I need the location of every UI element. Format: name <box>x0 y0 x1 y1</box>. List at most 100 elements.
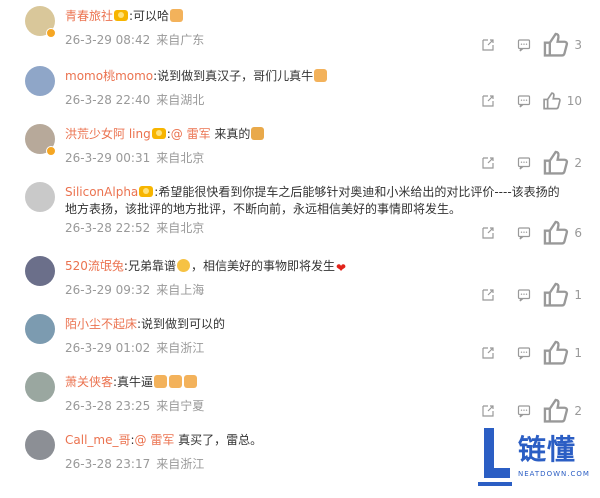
comment-content: 洪荒少女阿 ling:@ 雷军 来真的 <box>65 126 570 143</box>
comment-actions: 3 <box>470 31 582 58</box>
comment-item: 萧关侠客:真牛逼 26-3-28 23:25 来自宁夏 2 <box>0 366 600 425</box>
comment-actions: 2 <box>470 397 582 424</box>
mention-link[interactable]: @ 雷军 <box>171 127 211 141</box>
reply-icon[interactable] <box>506 403 542 419</box>
comment-text: 真买了，雷总。 <box>174 433 263 447</box>
timestamp: 26-3-29 01:02 <box>65 341 151 355</box>
comment-actions: 6 <box>470 219 582 246</box>
comment-item: 520流氓兔:兄弟靠谱 ，相信美好的事物即将发生❤ 26-3-29 09:32 来自上… <box>0 250 600 309</box>
username-link[interactable]: 萧关侠客 <box>65 375 113 389</box>
watermark-l-icon <box>478 428 512 486</box>
like-count: 1 <box>574 287 582 302</box>
reply-icon[interactable] <box>506 345 542 361</box>
comment-item: 青春旅社 :可以哈 26-3-29 08:42 来自广东 3 <box>0 0 600 59</box>
comment-text: :说到做到真汉子，哥们儿真牛 <box>153 69 314 83</box>
like-button[interactable]: 6 <box>542 219 582 246</box>
like-button[interactable]: 3 <box>542 31 582 58</box>
comment-meta: 26-3-28 23:17 来自浙江 <box>65 455 204 472</box>
location-label: 来自浙江 <box>156 341 205 355</box>
like-button[interactable]: 10 <box>542 91 582 111</box>
verified-badge-icon <box>46 28 56 38</box>
dog-emoji-icon <box>251 127 265 140</box>
reply-icon[interactable] <box>506 225 542 241</box>
watermark-text: 链懂 <box>518 433 577 466</box>
fan-badge-icon <box>151 128 166 139</box>
like-count: 10 <box>566 93 582 108</box>
like-button[interactable]: 2 <box>542 149 582 176</box>
avatar[interactable] <box>25 182 55 212</box>
timestamp: 26-3-29 09:32 <box>65 283 151 297</box>
like-count: 6 <box>574 225 582 240</box>
comment-content: 520流氓兔:兄弟靠谱 ，相信美好的事物即将发生❤ <box>65 258 570 277</box>
comment-text: :真牛逼 <box>113 375 154 389</box>
comment-content: SiliconAlpha:希望能很快看到你提车之后能够针对奥迪和小米给出的对比评… <box>65 184 570 218</box>
like-count: 3 <box>574 37 582 52</box>
avatar[interactable] <box>25 430 55 460</box>
reply-icon[interactable] <box>506 155 542 171</box>
like-count: 2 <box>574 403 582 418</box>
verified-badge-icon <box>46 146 56 156</box>
comment-content: 青春旅社 :可以哈 <box>65 8 570 25</box>
avatar[interactable] <box>25 314 55 344</box>
username-link[interactable]: momo桃momo <box>65 69 153 83</box>
timestamp: 26-3-28 23:25 <box>65 399 151 413</box>
comment-actions: 2 <box>470 149 582 176</box>
username-link[interactable]: SiliconAlpha <box>65 185 138 199</box>
timestamp: 26-3-29 08:42 <box>65 33 151 47</box>
comment-meta: 26-3-28 22:40 来自湖北 <box>65 91 204 108</box>
comment-actions: 10 <box>470 91 582 111</box>
comment-text: :可以哈 <box>129 9 170 23</box>
username-link[interactable]: 陌小尘不起床 <box>65 317 137 331</box>
reply-icon[interactable] <box>506 93 542 109</box>
username-link[interactable]: 520流氓兔 <box>65 259 124 273</box>
timestamp: 26-3-28 22:40 <box>65 93 151 107</box>
share-icon[interactable] <box>470 37 506 53</box>
comment-text: ，相信美好的事物即将发生 <box>190 259 335 273</box>
reply-icon[interactable] <box>506 287 542 303</box>
like-button[interactable]: 1 <box>542 339 582 366</box>
comment-meta: 26-3-28 22:52 来自北京 <box>65 219 204 236</box>
timestamp: 26-3-28 22:52 <box>65 221 151 235</box>
watermark-subtext: NEATDOWN.COM <box>518 470 590 478</box>
avatar[interactable] <box>25 256 55 286</box>
thumb-emoji-icon <box>184 375 198 388</box>
thumb-emoji-icon <box>154 375 168 388</box>
username-link[interactable]: 洪荒少女阿 ling <box>65 127 151 141</box>
share-icon[interactable] <box>470 403 506 419</box>
like-button[interactable]: 2 <box>542 397 582 424</box>
share-icon[interactable] <box>470 345 506 361</box>
comment-content: momo桃momo:说到做到真汉子，哥们儿真牛 <box>65 68 570 85</box>
fan-badge-icon <box>114 10 129 21</box>
like-count: 2 <box>574 155 582 170</box>
timestamp: 26-3-28 23:17 <box>65 457 151 471</box>
comment-actions: 1 <box>470 281 582 308</box>
share-icon[interactable] <box>470 155 506 171</box>
location-label: 来自上海 <box>156 283 205 297</box>
watermark-logo: 链懂 NEATDOWN.COM <box>478 424 594 494</box>
location-label: 来自湖北 <box>156 93 205 107</box>
mention-link[interactable]: @ 雷军 <box>135 433 175 447</box>
thumb-emoji-icon <box>314 69 328 82</box>
comment-text: :说到做到可以的 <box>137 317 226 331</box>
comment-content: 陌小尘不起床:说到做到可以的 <box>65 316 570 333</box>
username-link[interactable]: Call_me_哥 <box>65 433 130 447</box>
reply-icon[interactable] <box>506 37 542 53</box>
avatar[interactable] <box>25 66 55 96</box>
timestamp: 26-3-29 00:31 <box>65 151 151 165</box>
comment-item: 洪荒少女阿 ling:@ 雷军 来真的 26-3-29 00:31 来自北京 2 <box>0 118 600 177</box>
heart-emoji-icon: ❤ <box>335 261 347 275</box>
location-label: 来自浙江 <box>156 457 205 471</box>
username-link[interactable]: 青春旅社 <box>65 9 113 23</box>
share-icon[interactable] <box>470 93 506 109</box>
comment-meta: 26-3-29 00:31 来自北京 <box>65 149 204 166</box>
comment-meta: 26-3-29 08:42 来自广东 <box>65 31 204 48</box>
comment-item: SiliconAlpha:希望能很快看到你提车之后能够针对奥迪和小米给出的对比评… <box>0 176 600 245</box>
avatar[interactable] <box>25 372 55 402</box>
fan-badge-icon <box>139 186 154 197</box>
comment-content: 萧关侠客:真牛逼 <box>65 374 570 391</box>
like-button[interactable]: 1 <box>542 281 582 308</box>
comment-text: :兄弟靠谱 <box>123 259 176 273</box>
share-icon[interactable] <box>470 225 506 241</box>
share-icon[interactable] <box>470 287 506 303</box>
comment-item: momo桃momo:说到做到真汉子，哥们儿真牛 26-3-28 22:40 来自湖北… <box>0 60 600 119</box>
